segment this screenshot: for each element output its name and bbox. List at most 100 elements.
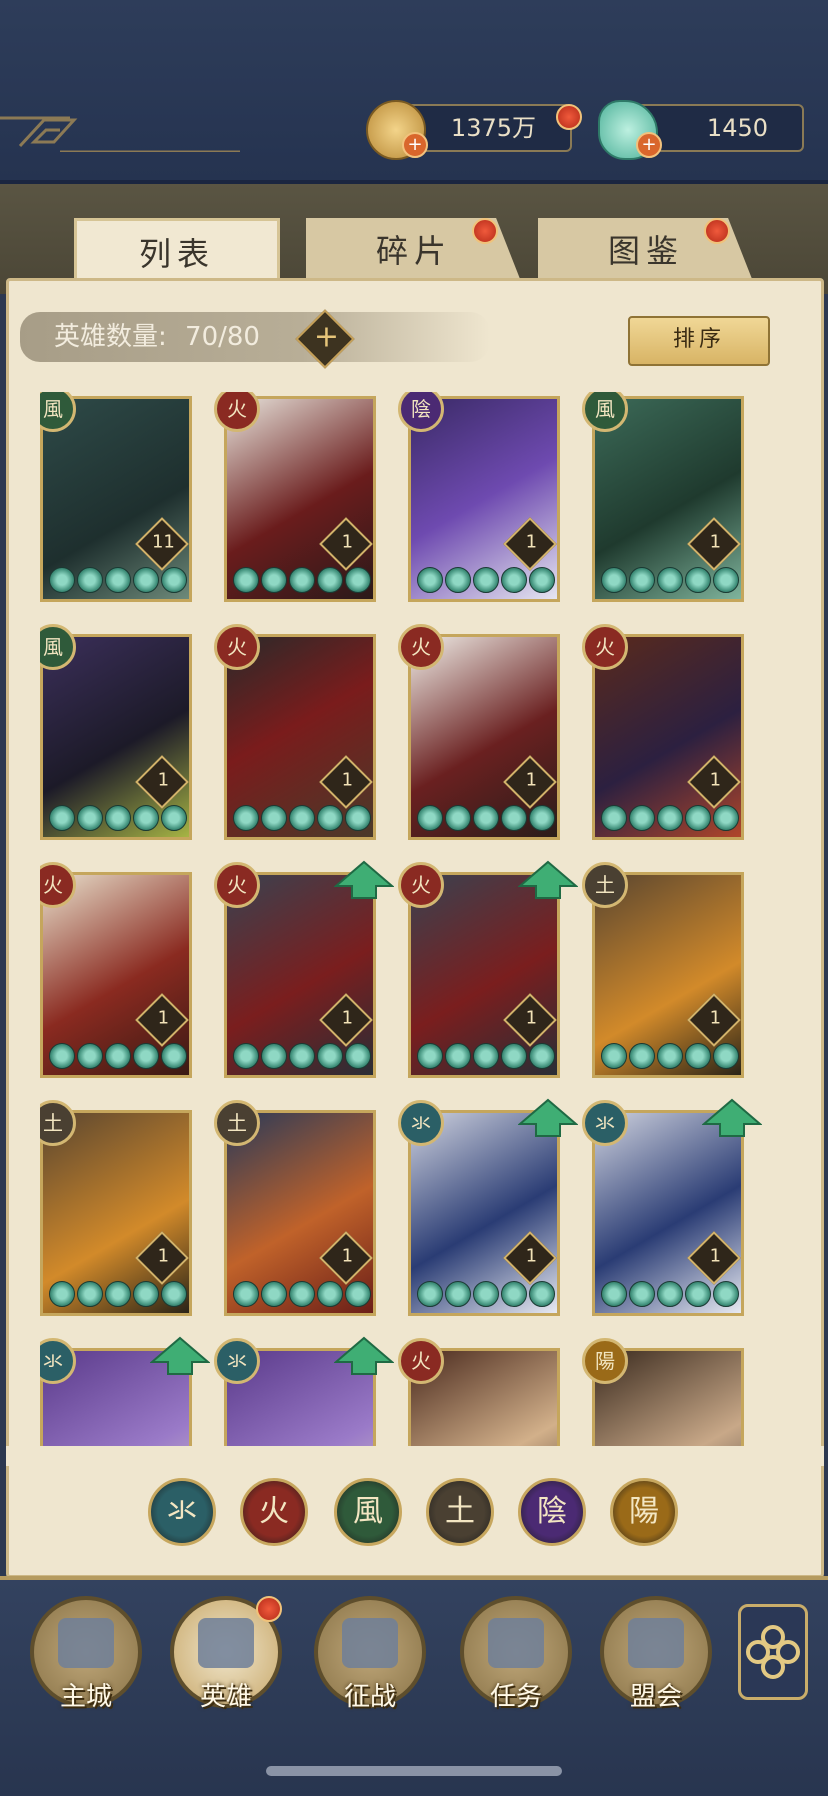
jade-star-icon bbox=[417, 1043, 443, 1069]
filter-water-button[interactable]: 氺 bbox=[148, 1478, 216, 1546]
hero-card[interactable]: 1氺 bbox=[582, 1098, 762, 1318]
level-value: 1 bbox=[525, 1007, 538, 1029]
nav-main-city-icon bbox=[58, 1618, 114, 1668]
jade-star-icon bbox=[713, 805, 739, 831]
jade-star-icon bbox=[345, 1281, 371, 1307]
hero-card[interactable]: 1風 bbox=[582, 392, 744, 604]
hero-card[interactable]: 1土 bbox=[40, 1100, 192, 1318]
jade-star-icon bbox=[445, 1043, 471, 1069]
jade-star-icon bbox=[161, 567, 187, 593]
element-badge-water: 氺 bbox=[398, 1100, 444, 1146]
tab-label: 碎片 bbox=[375, 232, 452, 270]
coin-amount: 1375万 bbox=[450, 114, 536, 142]
element-badge-water: 氺 bbox=[214, 1338, 260, 1384]
jade-star-icon bbox=[473, 805, 499, 831]
jade-star-icon bbox=[685, 1043, 711, 1069]
upgrade-arrow-icon bbox=[702, 1098, 762, 1137]
hero-card[interactable]: 1火 bbox=[214, 392, 376, 604]
jade-star-icon bbox=[629, 1281, 655, 1307]
jade-star-icon bbox=[529, 1043, 555, 1069]
jade-star-icon bbox=[77, 1281, 103, 1307]
hero-card[interactable]: 氺 bbox=[214, 1336, 394, 1448]
add-jade-icon[interactable]: + bbox=[636, 132, 662, 158]
jade-star-icon bbox=[445, 1281, 471, 1307]
nav-guild-label: 盟会 bbox=[629, 1682, 682, 1712]
jade-star-icon bbox=[473, 1281, 499, 1307]
star-row bbox=[417, 1281, 555, 1307]
jade-star-icon bbox=[657, 1043, 683, 1069]
hero-card[interactable]: 1火 bbox=[40, 862, 192, 1080]
level-value: 1 bbox=[709, 1007, 722, 1029]
filter-yang-button[interactable]: 陽 bbox=[610, 1478, 678, 1546]
hero-card[interactable]: 1土 bbox=[582, 862, 744, 1080]
hero-card[interactable]: 1火 bbox=[214, 624, 376, 842]
nav-heroes-icon bbox=[198, 1618, 254, 1668]
jade-star-icon bbox=[713, 567, 739, 593]
jade-star-icon bbox=[133, 1043, 159, 1069]
element-badge-water: 氺 bbox=[582, 1100, 628, 1146]
filter-fire-button[interactable]: 火 bbox=[240, 1478, 308, 1546]
hero-card[interactable]: 1火 bbox=[398, 860, 578, 1080]
jade-star-icon bbox=[105, 1043, 131, 1069]
level-value: 1 bbox=[525, 1245, 538, 1267]
level-value: 1 bbox=[157, 769, 170, 791]
jade-star-icon bbox=[601, 805, 627, 831]
star-row bbox=[417, 1043, 555, 1069]
hero-card[interactable]: 1氺 bbox=[398, 1098, 578, 1318]
jade-star-icon bbox=[49, 1043, 75, 1069]
nav-tasks-icon bbox=[488, 1618, 544, 1668]
jade-star-icon bbox=[713, 1043, 739, 1069]
jade-star-icon bbox=[261, 567, 287, 593]
tab-list[interactable]: 列表 bbox=[74, 218, 280, 287]
hero-grid: 11 風 1 火 1 陰 1 風 1 風 1 火 1 火 1 火 1 火 1 火 1 火 1 土 1 土 1 土 1 氺 1 氺氺氺火陽 bbox=[40, 392, 800, 1448]
ornament-icon bbox=[0, 116, 240, 152]
nav-heroes-label: 英雄 bbox=[199, 1682, 252, 1712]
hero-card[interactable]: 1陰 bbox=[398, 392, 560, 604]
jade-star-icon bbox=[77, 567, 103, 593]
filter-yin-button[interactable]: 陰 bbox=[518, 1478, 586, 1546]
sort-button[interactable]: 排序 bbox=[628, 316, 770, 366]
hero-card[interactable]: 11 風 bbox=[40, 392, 192, 604]
jade-star-icon bbox=[685, 805, 711, 831]
add-coins-icon[interactable]: + bbox=[402, 132, 428, 158]
jade-star-icon bbox=[345, 567, 371, 593]
home-indicator[interactable] bbox=[266, 1766, 562, 1776]
jade-star-icon bbox=[657, 1281, 683, 1307]
jade-star-icon bbox=[105, 1281, 131, 1307]
star-row bbox=[601, 1281, 739, 1307]
jade-star-icon bbox=[601, 1281, 627, 1307]
upgrade-arrow-icon bbox=[518, 1098, 578, 1137]
jade-star-icon bbox=[49, 805, 75, 831]
upgrade-arrow-icon bbox=[334, 860, 394, 899]
jade-star-icon bbox=[161, 1043, 187, 1069]
hero-card[interactable]: 1風 bbox=[40, 624, 192, 842]
hero-card[interactable]: 氺 bbox=[40, 1336, 210, 1448]
hero-count-label: 英雄数量: bbox=[54, 322, 167, 352]
hero-card[interactable]: 1火 bbox=[398, 624, 560, 842]
jade-star-icon bbox=[417, 567, 443, 593]
hero-card[interactable]: 陽 bbox=[582, 1338, 744, 1448]
filter-earth-button[interactable]: 土 bbox=[426, 1478, 494, 1546]
star-row bbox=[601, 1043, 739, 1069]
jade-star-icon bbox=[501, 567, 527, 593]
hero-card[interactable]: 1火 bbox=[214, 860, 394, 1080]
level-value: 1 bbox=[709, 1245, 722, 1267]
level-value: 1 bbox=[525, 531, 538, 553]
level-value: 1 bbox=[341, 1245, 354, 1267]
hero-count-value: 70/80 bbox=[185, 322, 260, 352]
star-row bbox=[417, 567, 555, 593]
hero-card[interactable]: 1火 bbox=[582, 624, 744, 842]
level-value: 1 bbox=[709, 769, 722, 791]
jade-star-icon bbox=[289, 805, 315, 831]
hero-card[interactable]: 1土 bbox=[214, 1100, 376, 1318]
menu-button[interactable] bbox=[738, 1604, 808, 1700]
jade-star-icon bbox=[345, 1043, 371, 1069]
hero-card[interactable]: 火 bbox=[398, 1338, 560, 1448]
tab-label: 图鉴 bbox=[607, 232, 684, 270]
jade-star-icon bbox=[49, 1281, 75, 1307]
jade-star-icon bbox=[49, 567, 75, 593]
flower-menu-icon bbox=[746, 1625, 800, 1679]
level-value: 1 bbox=[525, 769, 538, 791]
jade-star-icon bbox=[77, 1043, 103, 1069]
filter-wind-button[interactable]: 風 bbox=[334, 1478, 402, 1546]
